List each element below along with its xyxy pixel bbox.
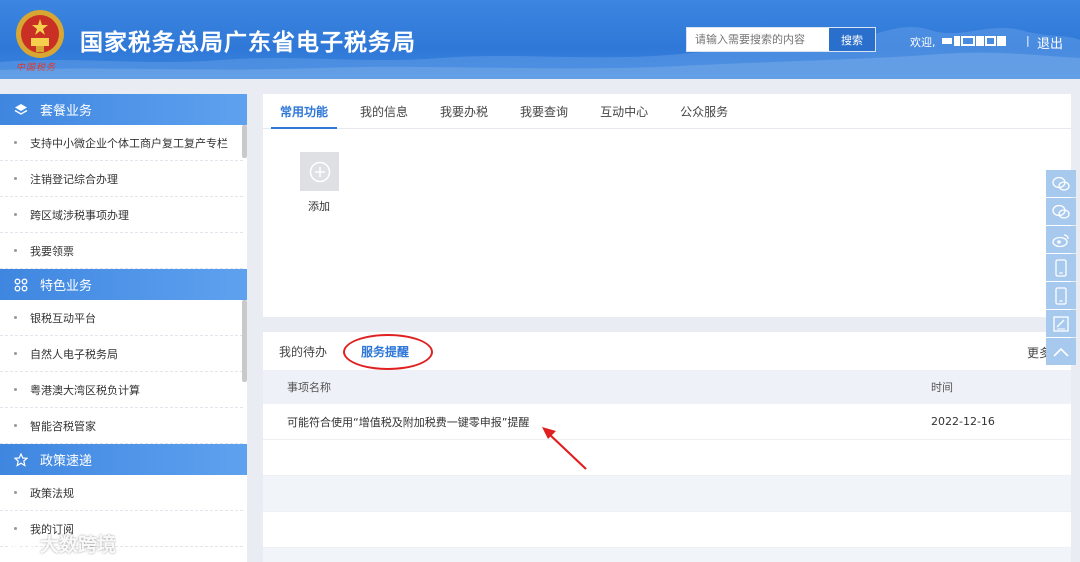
- weibo-button[interactable]: [1046, 226, 1076, 253]
- bullet-icon: [14, 352, 17, 355]
- bullet-icon: [14, 491, 17, 494]
- national-emblem-icon: [16, 10, 64, 58]
- sidebar-item-label: 自然人电子税务局: [30, 347, 118, 361]
- table-row-empty: [263, 512, 1071, 548]
- sidebar-item[interactable]: 政策法规: [0, 475, 243, 511]
- table-row-empty: [263, 476, 1071, 512]
- column-header-name: 事项名称: [287, 381, 331, 394]
- header: 中国税务 国家税务总局广东省电子税务局 搜索 欢迎, | 退出: [0, 0, 1080, 79]
- sidebar-section-title: 套餐业务: [40, 104, 93, 119]
- back-to-top-button[interactable]: [1046, 338, 1076, 365]
- username-redacted: [942, 36, 1006, 46]
- bullet-icon: [14, 424, 17, 427]
- tab-my-info[interactable]: 我的信息: [351, 94, 417, 128]
- bullet-icon: [14, 213, 17, 216]
- tab-interaction-center[interactable]: 互动中心: [591, 94, 657, 128]
- sidebar-scrollbar[interactable]: [242, 300, 247, 382]
- sidebar-scrollbar[interactable]: [242, 125, 247, 158]
- table-row-empty: [263, 440, 1071, 476]
- bullet-icon: [14, 249, 17, 252]
- sidebar-section-special[interactable]: 特色业务: [0, 269, 247, 300]
- sidebar-item-label: 跨区域涉税事项办理: [30, 208, 129, 222]
- add-label: 添加: [308, 200, 330, 213]
- watermark: 大数跨境: [8, 530, 116, 557]
- sidebar-item-label: 粤港澳大湾区税负计算: [30, 383, 140, 397]
- watermark-text: 大数跨境: [40, 534, 117, 556]
- sidebar-item-label: 银税互动平台: [30, 311, 96, 325]
- star-icon: [14, 452, 28, 467]
- sidebar-item[interactable]: 智能咨税管家: [0, 408, 243, 444]
- tab-public-service[interactable]: 公众服务: [671, 94, 737, 128]
- tab-my-todo[interactable]: 我的待办: [279, 343, 327, 360]
- emblem-caption: 中国税务: [16, 63, 57, 73]
- add-function-button[interactable]: [300, 152, 339, 191]
- welcome-text: 欢迎,: [910, 36, 936, 49]
- search-input[interactable]: [687, 28, 829, 51]
- sidebar-item-label: 政策法规: [30, 486, 74, 500]
- main-tabs: 常用功能 我的信息 我要办税 我要查询 互动中心 公众服务: [263, 94, 1071, 129]
- sidebar-item[interactable]: 跨区域涉税事项办理: [0, 197, 243, 233]
- bullet-icon: [14, 316, 17, 319]
- floating-toolbar: [1046, 170, 1076, 366]
- reminder-date: 2022-12-16: [931, 415, 995, 428]
- search-box: 搜索: [686, 27, 876, 52]
- wechat-icon: [1052, 204, 1070, 219]
- feedback-button[interactable]: [1046, 310, 1076, 337]
- mobile-button[interactable]: [1046, 254, 1076, 281]
- sidebar-item[interactable]: 我要领票: [0, 233, 243, 269]
- sidebar-section-packages[interactable]: 套餐业务: [0, 94, 247, 125]
- mobile-button[interactable]: [1046, 282, 1076, 309]
- sidebar-section-title: 特色业务: [40, 279, 93, 294]
- highlight-circle: [343, 334, 433, 370]
- reminder-name[interactable]: 可能符合使用“增值税及附加税费一键零申报”提醒: [263, 414, 931, 430]
- logout-link[interactable]: 退出: [1037, 33, 1063, 52]
- sidebar-item-label: 支持中小微企业个体工商户复工复产专栏: [30, 136, 228, 150]
- wechat-icon: [1052, 176, 1070, 191]
- site-title: 国家税务总局广东省电子税务局: [80, 30, 416, 56]
- grid-icon: [14, 278, 28, 292]
- search-button[interactable]: 搜索: [829, 28, 875, 51]
- bullet-icon: [14, 141, 17, 144]
- watermark-logo-icon: [9, 534, 32, 551]
- annotation-arrow-icon: [542, 427, 587, 470]
- reminders-panel: 我的待办 服务提醒 更多 事项名称 时间 可能符合使用“增值税及附加税费一键零申…: [263, 332, 1071, 562]
- reminder-tabs: 我的待办 服务提醒 更多: [263, 332, 1071, 370]
- mobile-icon: [1055, 258, 1067, 277]
- chevron-up-icon: [1053, 347, 1069, 357]
- table-row-empty: [263, 548, 1071, 562]
- header-separator: |: [1026, 34, 1030, 47]
- sidebar-item[interactable]: 注销登记综合办理: [0, 161, 243, 197]
- sidebar-item[interactable]: 支持中小微企业个体工商户复工复产专栏: [0, 125, 243, 161]
- tab-query[interactable]: 我要查询: [511, 94, 577, 128]
- layers-icon: [14, 103, 28, 117]
- mobile-icon: [1055, 286, 1067, 305]
- wechat-button[interactable]: [1046, 170, 1076, 197]
- bullet-icon: [14, 388, 17, 391]
- tab-handle-tax[interactable]: 我要办税: [431, 94, 497, 128]
- bullet-icon: [14, 177, 17, 180]
- sidebar-item-label: 智能咨税管家: [30, 419, 96, 433]
- sidebar-item-label: 我要领票: [30, 244, 74, 258]
- functions-panel: 常用功能 我的信息 我要办税 我要查询 互动中心 公众服务 添加: [263, 94, 1071, 317]
- wechat-button[interactable]: [1046, 198, 1076, 225]
- sidebar-item-label: 注销登记综合办理: [30, 172, 118, 186]
- column-header-time: 时间: [931, 381, 953, 394]
- table-row[interactable]: 可能符合使用“增值税及附加税费一键零申报”提醒 2022-12-16: [263, 404, 1071, 440]
- sidebar-section-policy[interactable]: 政策速递: [0, 444, 247, 475]
- plus-circle-icon: [309, 161, 330, 182]
- sidebar: 套餐业务 支持中小微企业个体工商户复工复产专栏 注销登记综合办理 跨区域涉税事项…: [0, 94, 247, 562]
- sidebar-item[interactable]: 粤港澳大湾区税负计算: [0, 372, 243, 408]
- edit-icon: [1053, 315, 1069, 332]
- tab-common-functions[interactable]: 常用功能: [271, 94, 338, 129]
- sidebar-item[interactable]: 自然人电子税务局: [0, 336, 243, 372]
- table-header: 事项名称 时间: [263, 370, 1071, 404]
- sidebar-section-title: 政策速递: [40, 454, 93, 469]
- weibo-icon: [1052, 233, 1069, 247]
- sidebar-item[interactable]: 银税互动平台: [0, 300, 243, 336]
